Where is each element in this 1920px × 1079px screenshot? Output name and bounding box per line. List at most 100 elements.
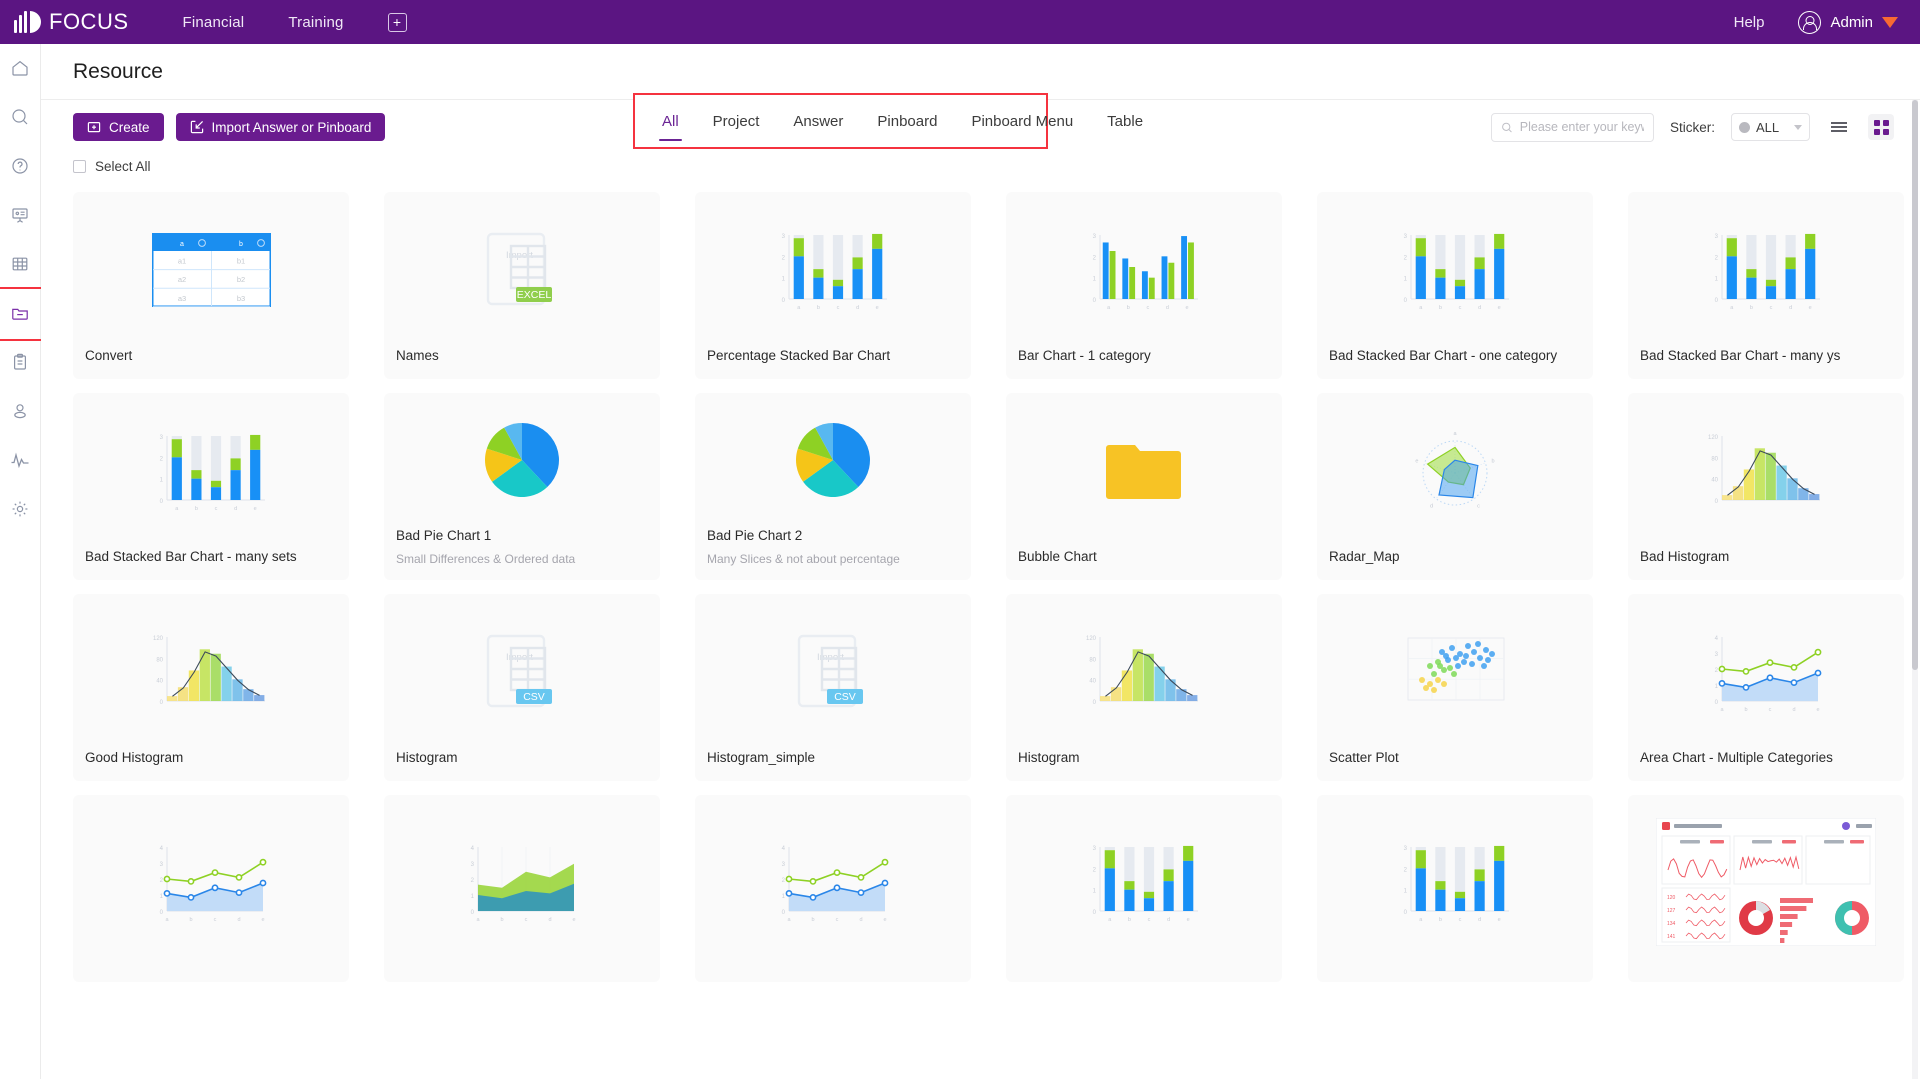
activity-icon[interactable] bbox=[8, 448, 32, 472]
card-meta: Area Chart - Multiple Categories bbox=[1628, 749, 1904, 781]
sticker-value: ALL bbox=[1756, 120, 1779, 135]
search-icon[interactable] bbox=[8, 105, 32, 129]
resource-card[interactable]: a b c d e Radar_Map bbox=[1317, 393, 1593, 580]
card-thumbnail: 0 1 2 3 4 a b c d e bbox=[1628, 594, 1904, 749]
resource-card[interactable]: 0 1 2 3 4 a b c d e Area Chart - Multiple Categori… bbox=[1628, 594, 1904, 781]
resource-card[interactable]: 0 40 80 120 Good Histogram bbox=[73, 594, 349, 781]
resource-card[interactable]: Scatter Plot bbox=[1317, 594, 1593, 781]
resource-card[interactable]: 0 1 2 3 a b c d e bbox=[1317, 795, 1593, 982]
resource-card[interactable]: 0 1 2 3 4 a b c d e bbox=[384, 795, 660, 982]
tab-project[interactable]: Project bbox=[696, 95, 777, 147]
svg-text:3: 3 bbox=[1093, 846, 1097, 852]
card-thumbnail bbox=[1317, 594, 1593, 749]
card-meta: Bar Chart - 1 category bbox=[1006, 347, 1282, 379]
list-view-button[interactable] bbox=[1826, 114, 1852, 140]
card-title: Histogram bbox=[1018, 749, 1270, 767]
svg-text:c: c bbox=[1146, 305, 1149, 311]
user-menu[interactable]: Admin bbox=[1798, 11, 1898, 34]
scrollbar-thumb[interactable] bbox=[1912, 100, 1918, 670]
tab-answer[interactable]: Answer bbox=[776, 95, 860, 147]
home-icon[interactable] bbox=[8, 56, 32, 80]
resource-card[interactable]: 0 1 2 3 a b c d e Percentage Stacked Bar Chart bbox=[695, 192, 971, 379]
select-all-checkbox[interactable] bbox=[73, 160, 86, 173]
card-thumbnail: 0 40 80 120 bbox=[73, 594, 349, 749]
resource-card[interactable]: 0 1 2 3 4 a b c d e bbox=[73, 795, 349, 982]
svg-text:0: 0 bbox=[160, 700, 164, 706]
card-subtitle: Many Slices & not about percentage bbox=[707, 552, 959, 566]
select-all-row[interactable]: Select All bbox=[41, 152, 1920, 180]
card-subtitle: Small Differences & Ordered data bbox=[396, 552, 648, 566]
card-meta bbox=[695, 968, 971, 982]
svg-text:0: 0 bbox=[782, 298, 786, 304]
create-button[interactable]: Create bbox=[73, 113, 164, 141]
search-input[interactable]: Please enter your keywo bbox=[1491, 113, 1654, 142]
resource-card[interactable]: ImportCSV Histogram_simple bbox=[695, 594, 971, 781]
svg-text:1: 1 bbox=[160, 894, 164, 900]
stacked-area-chart-thumbnail: 01234a b c d e bbox=[462, 839, 582, 925]
svg-text:4: 4 bbox=[160, 846, 164, 852]
svg-text:127: 127 bbox=[1667, 908, 1676, 914]
card-title: Bubble Chart bbox=[1018, 548, 1270, 566]
tab-pinboard-menu[interactable]: Pinboard Menu bbox=[954, 95, 1090, 147]
svg-text:a2: a2 bbox=[177, 275, 185, 284]
tab-all[interactable]: All bbox=[645, 95, 696, 147]
resource-card[interactable]: 0 1 2 3 a b c d e Bad Stacked Bar Chart - many ys bbox=[1628, 192, 1904, 379]
svg-text:80: 80 bbox=[1711, 456, 1718, 462]
svg-text:b: b bbox=[1744, 707, 1747, 713]
nav-item-training[interactable]: Training bbox=[288, 14, 343, 31]
card-meta: Convert bbox=[73, 347, 349, 379]
nav-item-financial[interactable]: Financial bbox=[183, 14, 245, 31]
user-icon[interactable] bbox=[8, 399, 32, 423]
svg-text:c: c bbox=[1148, 917, 1151, 923]
resource-card[interactable]: ImportEXCEL Names bbox=[384, 192, 660, 379]
tab-table[interactable]: Table bbox=[1090, 95, 1160, 147]
app-logo[interactable]: FOCUS bbox=[14, 9, 129, 35]
import-button[interactable]: Import Answer or Pinboard bbox=[176, 113, 386, 141]
resource-card[interactable]: 0 40 80 120 Bad Histogram bbox=[1628, 393, 1904, 580]
help-link[interactable]: Help bbox=[1734, 14, 1765, 31]
svg-text:4: 4 bbox=[1715, 636, 1719, 642]
resource-card[interactable]: a b a1 b1 a2 b2 a3 b3 Convert bbox=[73, 192, 349, 379]
grid-view-button[interactable] bbox=[1868, 114, 1894, 140]
select-all-label: Select All bbox=[95, 159, 151, 174]
page-header: Resource bbox=[41, 44, 1920, 100]
resource-card[interactable]: 0 1 2 3 4 a b c d e bbox=[695, 795, 971, 982]
settings-gear-icon[interactable] bbox=[8, 497, 32, 521]
chevron-down-icon bbox=[1794, 125, 1802, 130]
tab-pinboard[interactable]: Pinboard bbox=[860, 95, 954, 147]
area-line-chart-thumbnail: 01234a b c d e bbox=[151, 839, 271, 925]
resource-card[interactable]: ImportCSV Histogram bbox=[384, 594, 660, 781]
resource-card[interactable]: 120 127 134 141 bbox=[1628, 795, 1904, 982]
table-grid-icon[interactable] bbox=[8, 252, 32, 276]
resource-card[interactable]: Bad Pie Chart 2 Many Slices & not about p… bbox=[695, 393, 971, 580]
grouped-bar-thumbnail: 0 1 2 3 a b c d e bbox=[1084, 227, 1204, 313]
sticker-dropdown[interactable]: ALL bbox=[1731, 113, 1810, 141]
folder-icon[interactable] bbox=[8, 301, 32, 325]
svg-text:a: a bbox=[175, 506, 179, 512]
card-title: Area Chart - Multiple Categories bbox=[1640, 749, 1892, 767]
resource-card[interactable]: Bubble Chart bbox=[1006, 393, 1282, 580]
list-view-icon bbox=[1831, 120, 1847, 135]
svg-text:1: 1 bbox=[1404, 276, 1408, 282]
search-placeholder: Please enter your keywo bbox=[1520, 120, 1644, 134]
resource-card[interactable]: 0 1 2 3 a b c d e Bar Chart - 1 category bbox=[1006, 192, 1282, 379]
svg-text:b2: b2 bbox=[236, 275, 244, 284]
toolbar-right: Please enter your keywo Sticker: ALL bbox=[1491, 113, 1894, 142]
svg-text:d: d bbox=[237, 917, 240, 923]
card-thumbnail: ImportEXCEL bbox=[384, 192, 660, 347]
presentation-icon[interactable] bbox=[8, 203, 32, 227]
resource-card[interactable]: Bad Pie Chart 1 Small Differences & Order… bbox=[384, 393, 660, 580]
user-name-label: Admin bbox=[1830, 14, 1873, 31]
svg-text:3: 3 bbox=[471, 862, 475, 868]
resource-card[interactable]: 0 40 80 120 Histogram bbox=[1006, 594, 1282, 781]
svg-text:EXCEL: EXCEL bbox=[517, 289, 552, 301]
svg-text:c: c bbox=[1459, 305, 1462, 311]
resource-card[interactable]: 0 1 2 3 a b c d e Bad Stacked Bar Chart - many se… bbox=[73, 393, 349, 580]
top-right-actions: Help Admin bbox=[1734, 11, 1898, 34]
resource-card[interactable]: 0 1 2 3 a b c d e bbox=[1006, 795, 1282, 982]
add-tab-plus-icon[interactable]: + bbox=[388, 13, 407, 32]
resource-card[interactable]: 0 1 2 3 a b c d e Bad Stacked Bar Chart - one cat… bbox=[1317, 192, 1593, 379]
clipboard-icon[interactable] bbox=[8, 350, 32, 374]
question-icon[interactable] bbox=[8, 154, 32, 178]
card-thumbnail: ImportCSV bbox=[384, 594, 660, 749]
